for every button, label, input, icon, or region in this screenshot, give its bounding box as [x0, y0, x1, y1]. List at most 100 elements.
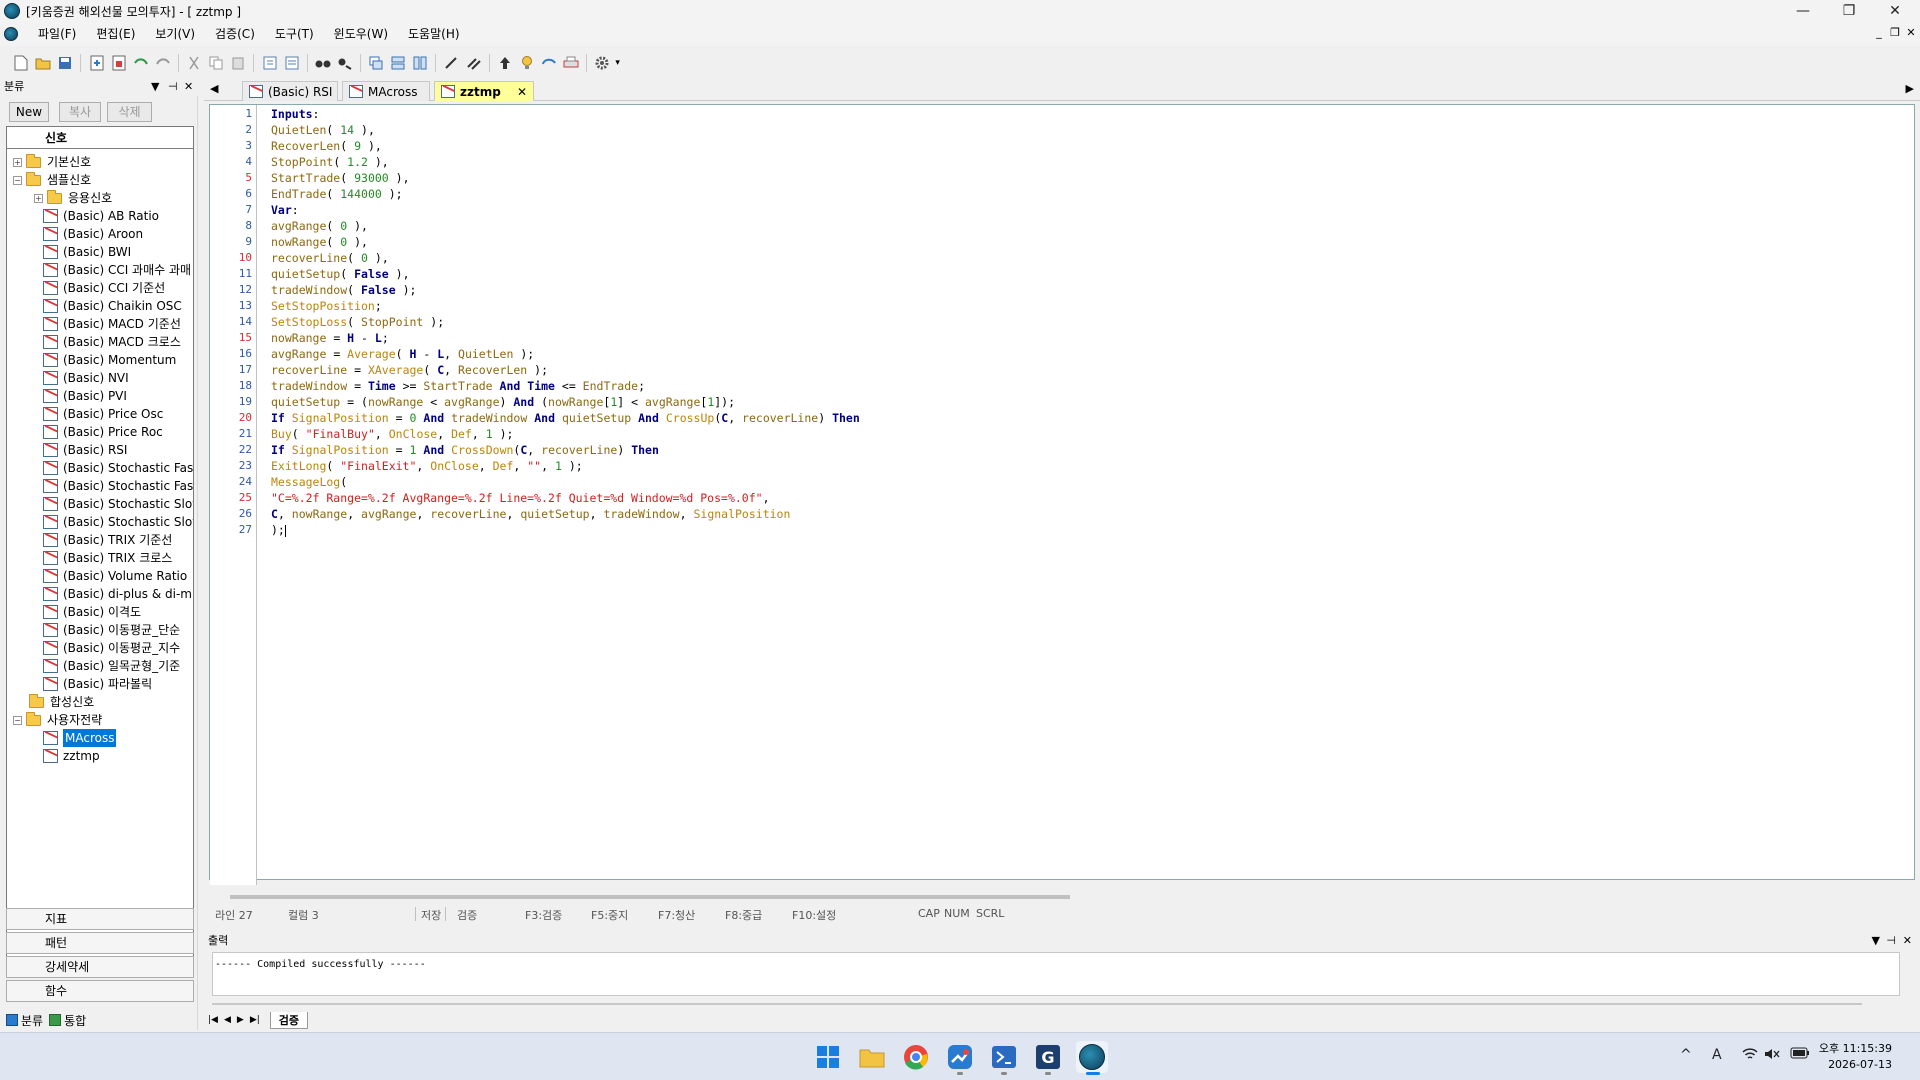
tree-expander-icon[interactable]: + — [34, 193, 43, 203]
code-line[interactable]: If SignalPosition = 1 And CrossDown(C, r… — [271, 443, 659, 457]
tab-zztmp[interactable]: zztmp ✕ — [434, 81, 534, 101]
tree-item-sample[interactable]: (Basic) Price Osc — [43, 405, 163, 423]
code-line[interactable]: recoverLine = XAverage( C, RecoverLen ); — [271, 363, 548, 377]
tree-item-sample[interactable]: (Basic) PVI — [43, 387, 127, 405]
output-dropdown-icon[interactable]: ▼ — [1872, 932, 1880, 950]
save-icon[interactable] — [57, 54, 74, 72]
tree-item-sample[interactable]: (Basic) MACD 기준선 — [43, 315, 181, 333]
code-line[interactable]: nowRange = H - L; — [271, 331, 389, 345]
output-close-icon[interactable]: ✕ — [1903, 932, 1912, 950]
tree-item-sample[interactable]: (Basic) TRIX 크로스 — [43, 549, 172, 567]
menu-view[interactable]: 보기(V) — [145, 22, 205, 46]
tree-item-user[interactable]: zztmp — [43, 747, 100, 765]
code-line[interactable]: SetStopLoss( StopPoint ); — [271, 315, 444, 329]
code-line[interactable]: ); — [271, 523, 286, 537]
panel-pin-icon[interactable]: ⊣ — [168, 80, 178, 93]
cut-icon[interactable] — [186, 54, 203, 72]
tile-horizontal-icon[interactable] — [390, 54, 407, 72]
last-tab-icon[interactable]: ▶| — [250, 1015, 260, 1025]
system-clock[interactable]: 오후 11:15:39 2026-07-13 — [1819, 1041, 1892, 1073]
redo-icon[interactable] — [154, 54, 171, 72]
export-icon[interactable] — [110, 54, 127, 72]
output-scrollbar[interactable] — [212, 1003, 1862, 1005]
mdi-logo-icon[interactable] — [4, 27, 18, 41]
tree-item-sample[interactable]: (Basic) NVI — [43, 369, 129, 387]
menu-verify[interactable]: 검증(C) — [205, 22, 265, 46]
code-line[interactable]: avgRange( 0 ), — [271, 219, 368, 233]
undo-icon[interactable] — [132, 54, 149, 72]
menu-tools[interactable]: 도구(T) — [265, 22, 324, 46]
tree-item-sample[interactable]: (Basic) 이격도 — [43, 603, 141, 621]
new-file-icon[interactable] — [13, 54, 30, 72]
tab-basic-rsi[interactable]: (Basic) RSI — [242, 81, 338, 101]
horizontal-scrollbar[interactable] — [230, 895, 1070, 899]
code-line[interactable]: tradeWindow = Time >= StartTrade And Tim… — [271, 379, 645, 393]
import-icon[interactable] — [88, 54, 105, 72]
panel-dropdown-icon[interactable]: ▼ — [151, 80, 159, 93]
minimize-button[interactable]: — — [1780, 0, 1826, 22]
tree-item-sample[interactable]: (Basic) 이동평균_지수 — [43, 639, 180, 657]
menu-window[interactable]: 윈도우(W) — [324, 22, 398, 46]
output-pin-icon[interactable]: ⊣ — [1886, 932, 1896, 950]
tree-item-sample[interactable]: (Basic) Stochastic Slow — [43, 513, 193, 531]
code-line[interactable]: C, nowRange, avgRange, recoverLine, quie… — [271, 507, 790, 521]
close-button[interactable]: ✕ — [1872, 0, 1918, 22]
copy-icon[interactable] — [208, 54, 225, 72]
replace-icon[interactable] — [336, 54, 353, 72]
tree-item-sample[interactable]: (Basic) Stochastic Fast — [43, 459, 193, 477]
tree-item-sample[interactable]: (Basic) TRIX 기준선 — [43, 531, 172, 549]
ime-indicator[interactable]: A — [1712, 1047, 1722, 1063]
upload-icon[interactable] — [496, 54, 513, 72]
code-line[interactable]: Buy( "FinalBuy", OnClose, Def, 1 ); — [271, 427, 513, 441]
tile-vertical-icon[interactable] — [412, 54, 429, 72]
lightbulb-icon[interactable] — [518, 54, 535, 72]
tab-indicator[interactable]: 지표 — [6, 908, 194, 930]
next-tab-icon[interactable]: ▶ — [237, 1015, 244, 1025]
code-line[interactable]: StartTrade( 93000 ), — [271, 171, 410, 185]
tree-folder-sample[interactable]: − 샘플신호 — [13, 171, 91, 189]
tree-expander-icon[interactable]: + — [13, 157, 22, 167]
restore-button[interactable]: ❐ — [1826, 0, 1872, 22]
menu-file[interactable]: 파일(F) — [28, 22, 86, 46]
mdi-minimize-icon[interactable]: _ — [1872, 26, 1886, 39]
code-line[interactable]: StopPoint( 1.2 ), — [271, 155, 389, 169]
tree-item-sample[interactable]: (Basic) di-plus & di-m — [43, 585, 192, 603]
tray-chevron-icon[interactable]: ^ — [1680, 1047, 1692, 1063]
print-icon[interactable] — [563, 54, 580, 72]
file-explorer-icon[interactable] — [856, 1041, 888, 1073]
first-tab-icon[interactable]: |◀ — [208, 1015, 218, 1025]
tree-folder-applied[interactable]: + 응용신호 — [34, 189, 112, 207]
chrome-icon[interactable] — [900, 1041, 932, 1073]
tree-item-sample[interactable]: (Basic) Chaikin OSC — [43, 297, 182, 315]
code-line[interactable]: ExitLong( "FinalExit", OnClose, Def, "",… — [271, 459, 583, 473]
refresh-icon[interactable] — [540, 54, 557, 72]
panel-close-icon[interactable]: ✕ — [184, 80, 193, 93]
prev-tab-icon[interactable]: ◀ — [224, 1015, 231, 1025]
tree-folder-basic[interactable]: + 기본신호 — [13, 153, 91, 171]
paste-icon[interactable] — [230, 54, 247, 72]
output-tab-verify[interactable]: 검증 — [269, 1011, 309, 1029]
delete-button[interactable]: 삭제 — [107, 102, 152, 122]
code-line[interactable]: RecoverLen( 9 ), — [271, 139, 382, 153]
terminal-icon[interactable] — [988, 1041, 1020, 1073]
code-line[interactable]: If SignalPosition = 0 And tradeWindow An… — [271, 411, 860, 425]
tree-item-sample[interactable]: (Basic) CCI 과매수 과매 — [43, 261, 191, 279]
code-line[interactable]: recoverLine( 0 ), — [271, 251, 389, 265]
kiwoom-app-icon[interactable] — [1076, 1041, 1108, 1073]
tab-pattern[interactable]: 패턴 — [6, 932, 194, 954]
tree-item-sample[interactable]: (Basic) Aroon — [43, 225, 143, 243]
tree-item-sample[interactable]: (Basic) CCI 기준선 — [43, 279, 165, 297]
code-line[interactable]: quietSetup( False ), — [271, 267, 410, 281]
menu-edit[interactable]: 편집(E) — [86, 22, 145, 46]
code-line[interactable]: QuietLen( 14 ), — [271, 123, 375, 137]
code-line[interactable]: Var: — [271, 203, 299, 217]
draw-parallel-icon[interactable] — [465, 54, 482, 72]
tree-folder-composite[interactable]: 합성신호 — [28, 693, 94, 711]
tab-close-icon[interactable]: ✕ — [517, 82, 527, 102]
tab-bull-bear[interactable]: 강세약세 — [6, 956, 194, 978]
code-editor[interactable]: 1 2 3 4 5 6 7 8 9 10 11 12 13 14 15 16 17 18 19 20 21 22 23 24 2… — [209, 104, 1915, 899]
mdi-close-icon[interactable]: ✕ — [1904, 26, 1918, 39]
tree-item-sample[interactable]: (Basic) 이동평균_단순 — [43, 621, 180, 639]
tree-item-sample[interactable]: (Basic) Stochastic Fast — [43, 477, 193, 495]
tree-item-sample[interactable]: (Basic) 일목균형_기준 — [43, 657, 180, 675]
